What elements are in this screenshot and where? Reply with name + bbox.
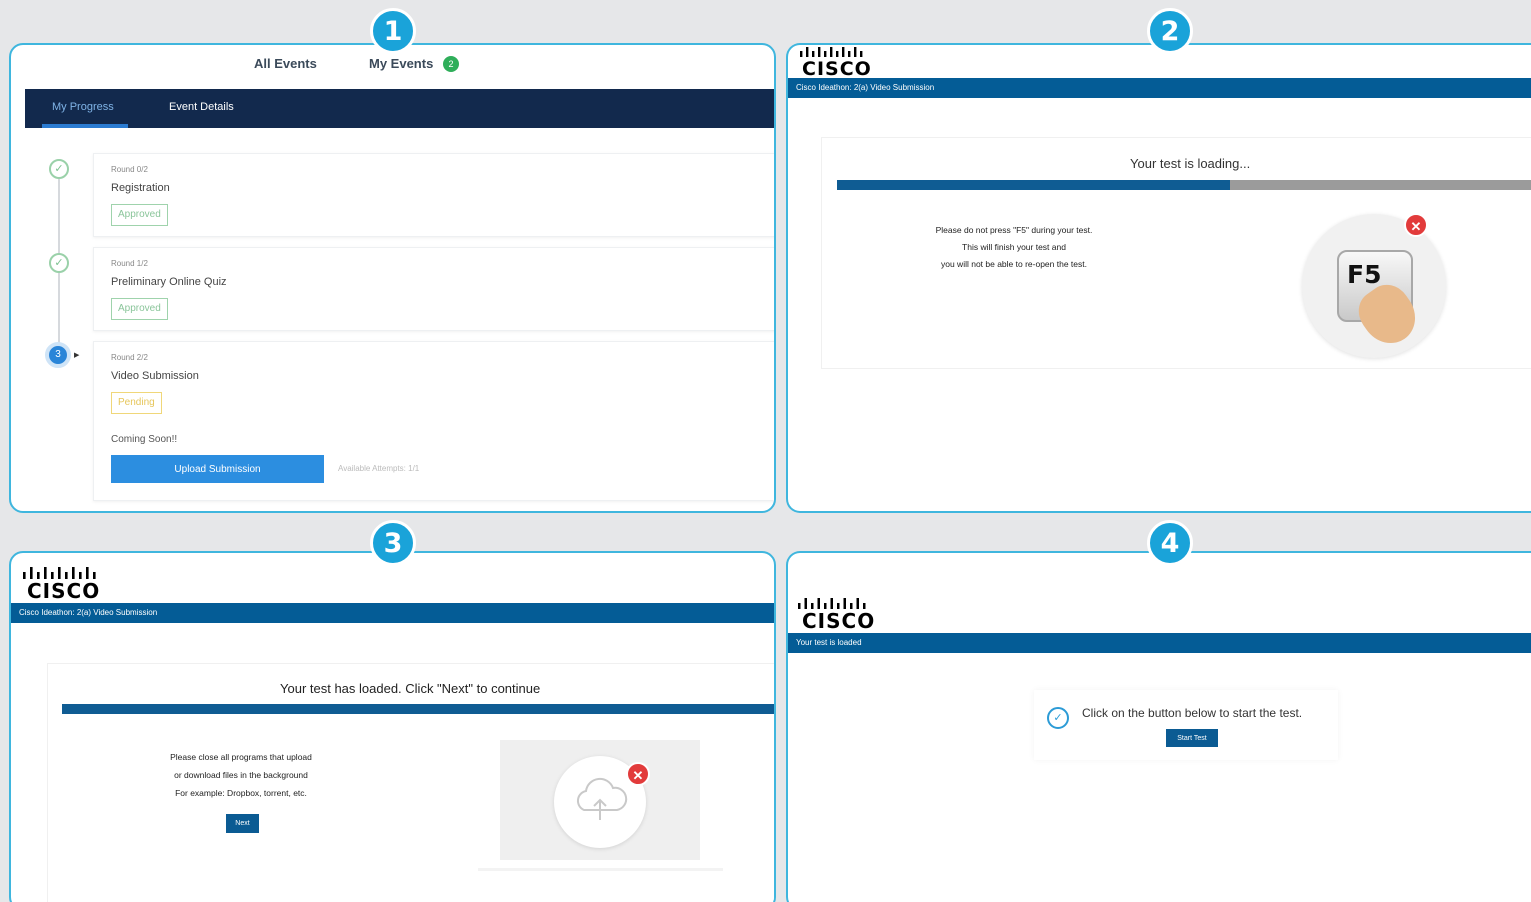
f5-warning-text: Please do not press "F5" during your tes… xyxy=(935,225,1093,269)
next-button[interactable]: Next xyxy=(226,814,259,833)
round-label: Round 2/2 xyxy=(111,353,148,362)
round-label: Round 1/2 xyxy=(111,259,148,268)
step-badge-2: 2 xyxy=(1147,8,1193,54)
available-attempts: Available Attempts: 1/1 xyxy=(338,464,420,473)
cisco-logo-icon: CISCO xyxy=(21,565,100,601)
current-step-icon: 3 xyxy=(45,342,71,368)
event-tabs: All Events My Events 2 xyxy=(11,56,774,80)
loaded-box: Your test has loaded. Click "Next" to co… xyxy=(47,663,774,902)
test-title-bar: Your test is loaded xyxy=(788,633,1531,653)
tab-my-events[interactable]: My Events xyxy=(369,56,433,71)
coming-soon-text: Coming Soon!! xyxy=(111,434,178,445)
cloud-upload-illustration: ✕ xyxy=(500,740,700,860)
loaded-progress-bar xyxy=(62,704,774,714)
instruction-text: Click on the button below to start the t… xyxy=(1082,706,1303,720)
test-loaded-panel: CISCO Cisco Ideathon: 2(a) Video Submiss… xyxy=(9,551,776,902)
status-badge: Approved xyxy=(111,204,168,226)
loaded-text: Your test has loaded. Click "Next" to co… xyxy=(280,681,541,696)
progress-navbar: My Progress Event Details xyxy=(25,89,774,128)
start-test-panel: CISCO Your test is loaded ✓ Click on the… xyxy=(786,551,1531,902)
step-badge-1: 1 xyxy=(370,8,416,54)
loading-text: Your test is loading... xyxy=(1130,156,1251,171)
f5-key-icon: F5 xyxy=(1302,214,1446,358)
close-programs-text: Please close all programs that upload or… xyxy=(170,752,312,798)
step-badge-3: 3 xyxy=(370,520,416,566)
round-card: Round 2/2 Video Submission Pending Comin… xyxy=(93,341,774,501)
start-test-box: ✓ Click on the button below to start the… xyxy=(1034,690,1338,760)
status-badge: Pending xyxy=(111,392,162,414)
nav-my-progress[interactable]: My Progress xyxy=(52,101,114,113)
round-label: Round 0/2 xyxy=(111,165,148,174)
cisco-logo-icon: CISCO xyxy=(798,45,872,79)
arrow-right-icon: ▶ xyxy=(74,352,80,359)
status-badge: Approved xyxy=(111,298,168,320)
check-icon: ✓ xyxy=(49,159,69,179)
round-title: Registration xyxy=(111,182,170,194)
check-icon: ✓ xyxy=(49,253,69,273)
test-loading-panel: CISCO Cisco Ideathon: 2(a) Video Submiss… xyxy=(786,43,1531,513)
cisco-logo-icon: CISCO xyxy=(796,596,875,631)
upload-submission-button[interactable]: Upload Submission xyxy=(111,455,324,483)
nav-event-details[interactable]: Event Details xyxy=(169,101,234,113)
my-progress-panel: All Events My Events 2 My Progress Event… xyxy=(9,43,776,513)
round-title: Preliminary Online Quiz xyxy=(111,276,227,288)
test-title-bar: Cisco Ideathon: 2(a) Video Submission xyxy=(11,603,774,623)
divider xyxy=(478,868,723,871)
loading-progress-bar xyxy=(837,180,1531,190)
test-title-bar: Cisco Ideathon: 2(a) Video Submission xyxy=(788,78,1531,98)
check-icon: ✓ xyxy=(1047,707,1069,729)
close-icon: ✕ xyxy=(1404,213,1428,237)
active-tab-indicator xyxy=(42,124,128,128)
loading-box: Your test is loading... Please do not pr… xyxy=(821,137,1531,369)
my-events-count-badge: 2 xyxy=(443,56,459,72)
round-title: Video Submission xyxy=(111,370,199,382)
tab-all-events[interactable]: All Events xyxy=(254,56,317,71)
round-card: Round 0/2 Registration Approved xyxy=(93,153,774,237)
step-badge-4: 4 xyxy=(1147,520,1193,566)
round-card: Round 1/2 Preliminary Online Quiz Approv… xyxy=(93,247,774,331)
progress-fill xyxy=(837,180,1231,190)
start-test-button[interactable]: Start Test xyxy=(1166,729,1218,747)
close-icon: ✕ xyxy=(626,762,650,786)
